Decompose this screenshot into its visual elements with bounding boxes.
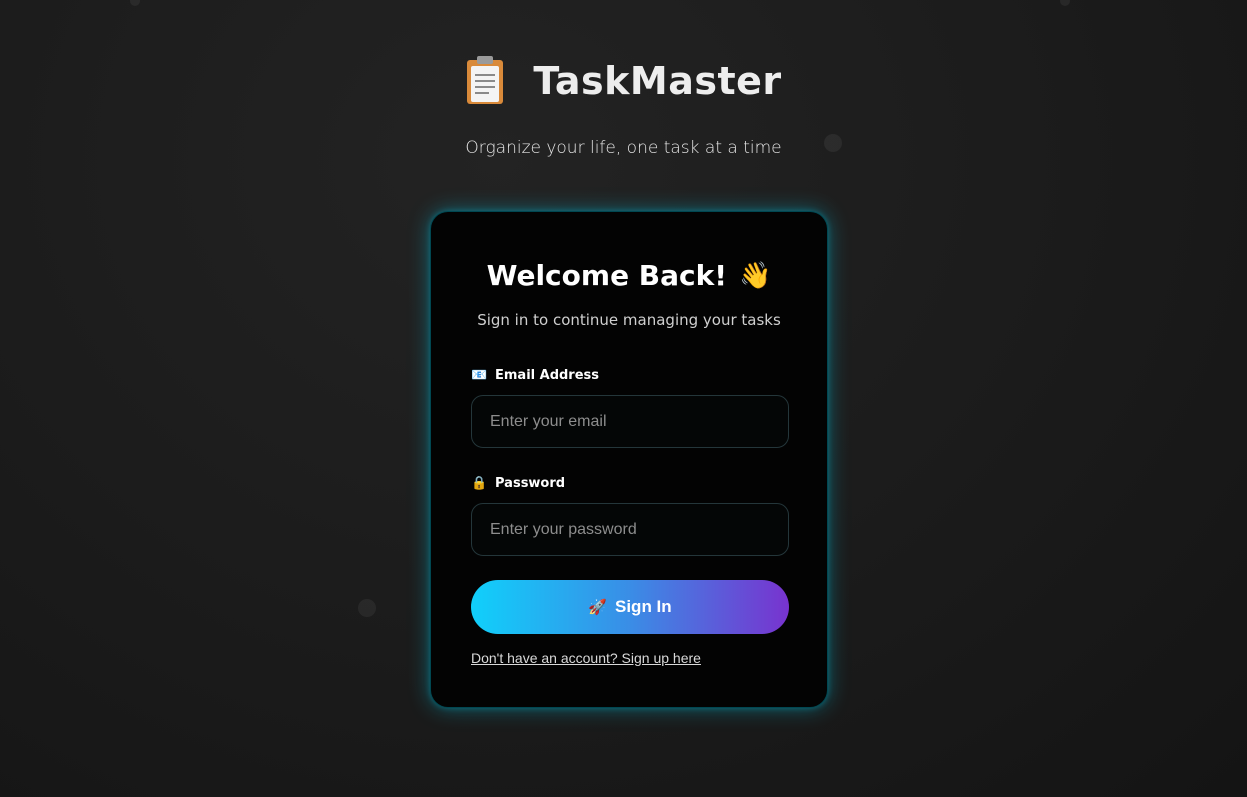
decorative-dot — [1060, 0, 1070, 6]
email-field[interactable] — [471, 395, 789, 448]
card-subtitle: Sign in to continue managing your tasks — [477, 311, 781, 329]
clipboard-icon — [465, 56, 505, 106]
login-page: TaskMaster Organize your life, one task … — [0, 0, 1247, 797]
lock-icon: 🔒 — [471, 476, 488, 491]
brand-header: TaskMaster — [0, 56, 1247, 106]
sign-in-label: Sign In — [615, 597, 672, 616]
sign-in-button[interactable]: 🚀 Sign In — [471, 580, 789, 634]
envelope-icon: 📧 — [471, 368, 488, 383]
login-card: Welcome Back! 👋 Sign in to continue mana… — [430, 211, 828, 708]
email-label-text: Email Address — [495, 368, 600, 383]
password-label-text: Password — [495, 476, 566, 491]
waving-hand-icon: 👋 — [739, 260, 772, 291]
rocket-icon: 🚀 — [588, 598, 607, 616]
card-title-text: Welcome Back! — [486, 259, 728, 292]
app-tagline: Organize your life, one task at a time — [465, 138, 782, 158]
email-label: 📧 Email Address — [471, 368, 599, 383]
password-field[interactable] — [471, 503, 789, 556]
password-label: 🔒 Password — [471, 476, 565, 491]
app-name: TaskMaster — [533, 59, 782, 103]
decorative-dot — [358, 599, 376, 617]
sign-up-link[interactable]: Don't have an account? Sign up here — [471, 650, 701, 666]
card-title: Welcome Back! 👋 — [431, 259, 827, 292]
decorative-dot — [130, 0, 140, 6]
